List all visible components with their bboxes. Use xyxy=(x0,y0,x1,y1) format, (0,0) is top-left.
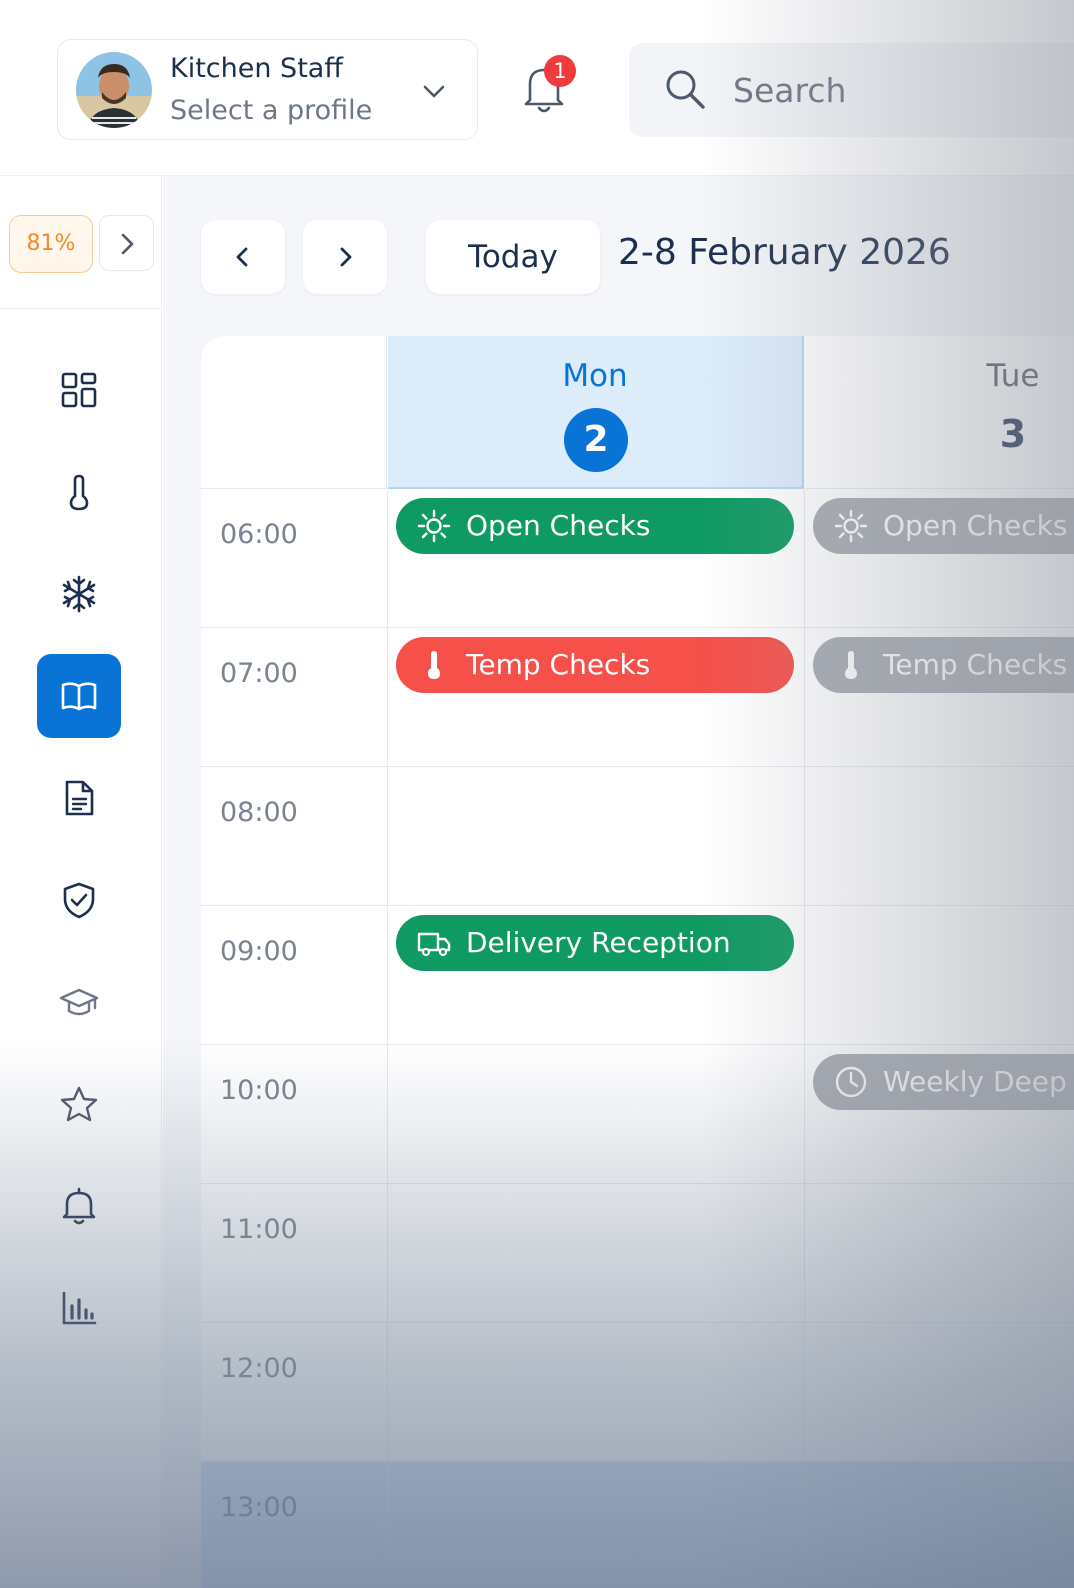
sun-icon xyxy=(834,509,868,543)
sun-icon xyxy=(417,509,451,543)
nav-temperature[interactable] xyxy=(37,450,121,534)
time-row: 12:00 xyxy=(201,1323,1074,1462)
day-number: 3 xyxy=(999,412,1027,456)
graduation-cap-icon xyxy=(59,988,99,1016)
day-name: Tue xyxy=(986,358,1040,394)
nav-documents[interactable] xyxy=(37,756,121,840)
expand-sidebar-button[interactable] xyxy=(99,215,154,271)
grid-line xyxy=(804,489,805,1588)
previous-week-button[interactable] xyxy=(201,220,285,294)
time-label: 09:00 xyxy=(220,936,298,967)
nav-logbook[interactable] xyxy=(37,654,121,738)
bar-chart-icon xyxy=(62,1291,97,1325)
star-icon xyxy=(60,1086,98,1122)
time-gutter-header xyxy=(201,336,387,489)
event-temp-checks[interactable]: Temp Checks xyxy=(813,637,1074,693)
time-label: 11:00 xyxy=(220,1214,298,1245)
thermometer-icon xyxy=(428,651,440,679)
bell-icon xyxy=(62,1187,96,1225)
clock-icon xyxy=(835,1066,867,1098)
event-label: Open Checks xyxy=(466,509,651,542)
truck-icon xyxy=(417,932,451,957)
time-label: 10:00 xyxy=(220,1075,298,1106)
thermometer-icon xyxy=(845,651,857,679)
top-header: Kitchen Staff Select a profile 1 xyxy=(0,0,1074,176)
day-header-mon[interactable]: Mon 2 xyxy=(388,336,804,489)
progress-badge: 81% xyxy=(9,215,93,273)
time-label: 06:00 xyxy=(220,519,298,550)
nav-compliance[interactable] xyxy=(37,858,121,942)
avatar xyxy=(76,52,152,128)
nav-favorites[interactable] xyxy=(37,1062,121,1146)
event-weekly-deep-clean[interactable]: Weekly Deep xyxy=(813,1054,1074,1110)
event-label: Temp Checks xyxy=(883,648,1068,681)
chevron-right-icon xyxy=(340,247,352,267)
search-bar[interactable] xyxy=(629,43,1074,137)
week-calendar: Mon 2 Tue 3 06:00 07:00 08:00 09:00 10:0… xyxy=(201,336,1074,1588)
search-input[interactable] xyxy=(733,63,1053,117)
time-row: 11:00 xyxy=(201,1184,1074,1323)
event-label: Temp Checks xyxy=(466,648,651,681)
time-label: 12:00 xyxy=(220,1353,298,1384)
search-icon xyxy=(666,70,705,109)
date-range-title: 2-8 February 2026 xyxy=(618,232,951,273)
shield-check-icon xyxy=(63,882,95,919)
event-open-checks[interactable]: Open Checks xyxy=(813,498,1074,554)
book-icon xyxy=(61,682,97,711)
notification-badge: 1 xyxy=(544,55,576,87)
grid-line xyxy=(387,489,388,1588)
sidebar-divider xyxy=(0,308,162,309)
event-label: Open Checks xyxy=(883,509,1068,542)
document-icon xyxy=(65,780,94,816)
chevron-right-icon xyxy=(121,233,134,255)
event-temp-checks[interactable]: Temp Checks xyxy=(396,637,794,693)
main-content: Today 2-8 February 2026 Mon 2 Tue 3 06:0… xyxy=(163,176,1074,1588)
chevron-down-icon xyxy=(423,85,445,98)
time-label: 13:00 xyxy=(220,1492,298,1523)
event-label: Delivery Reception xyxy=(466,926,731,959)
day-number-selected: 2 xyxy=(564,408,628,472)
thermometer-icon xyxy=(69,474,89,511)
nav-dashboard[interactable] xyxy=(37,348,121,432)
snowflake-icon xyxy=(62,575,96,613)
nav-freezer[interactable] xyxy=(37,552,121,636)
day-name: Mon xyxy=(562,358,628,394)
nav-training[interactable] xyxy=(37,960,121,1044)
profile-subtitle: Select a profile xyxy=(170,95,373,126)
event-delivery-reception[interactable]: Delivery Reception xyxy=(396,915,794,971)
nav-reports[interactable] xyxy=(37,1266,121,1350)
next-week-button[interactable] xyxy=(303,220,387,294)
profile-name: Kitchen Staff xyxy=(170,53,343,84)
event-label: Weekly Deep xyxy=(883,1065,1067,1098)
today-button[interactable]: Today xyxy=(426,220,600,294)
dashboard-icon xyxy=(61,372,97,408)
event-open-checks[interactable]: Open Checks xyxy=(396,498,794,554)
chevron-left-icon xyxy=(236,247,248,267)
profile-selector[interactable]: Kitchen Staff Select a profile xyxy=(57,39,478,140)
time-label: 08:00 xyxy=(220,797,298,828)
day-header-tue[interactable]: Tue 3 xyxy=(805,336,1074,489)
sidebar: 81% xyxy=(0,176,162,1588)
time-row: 08:00 xyxy=(201,767,1074,906)
nav-alerts[interactable] xyxy=(37,1164,121,1248)
time-label: 07:00 xyxy=(220,658,298,689)
time-row-current: 13:00 xyxy=(201,1462,1074,1588)
